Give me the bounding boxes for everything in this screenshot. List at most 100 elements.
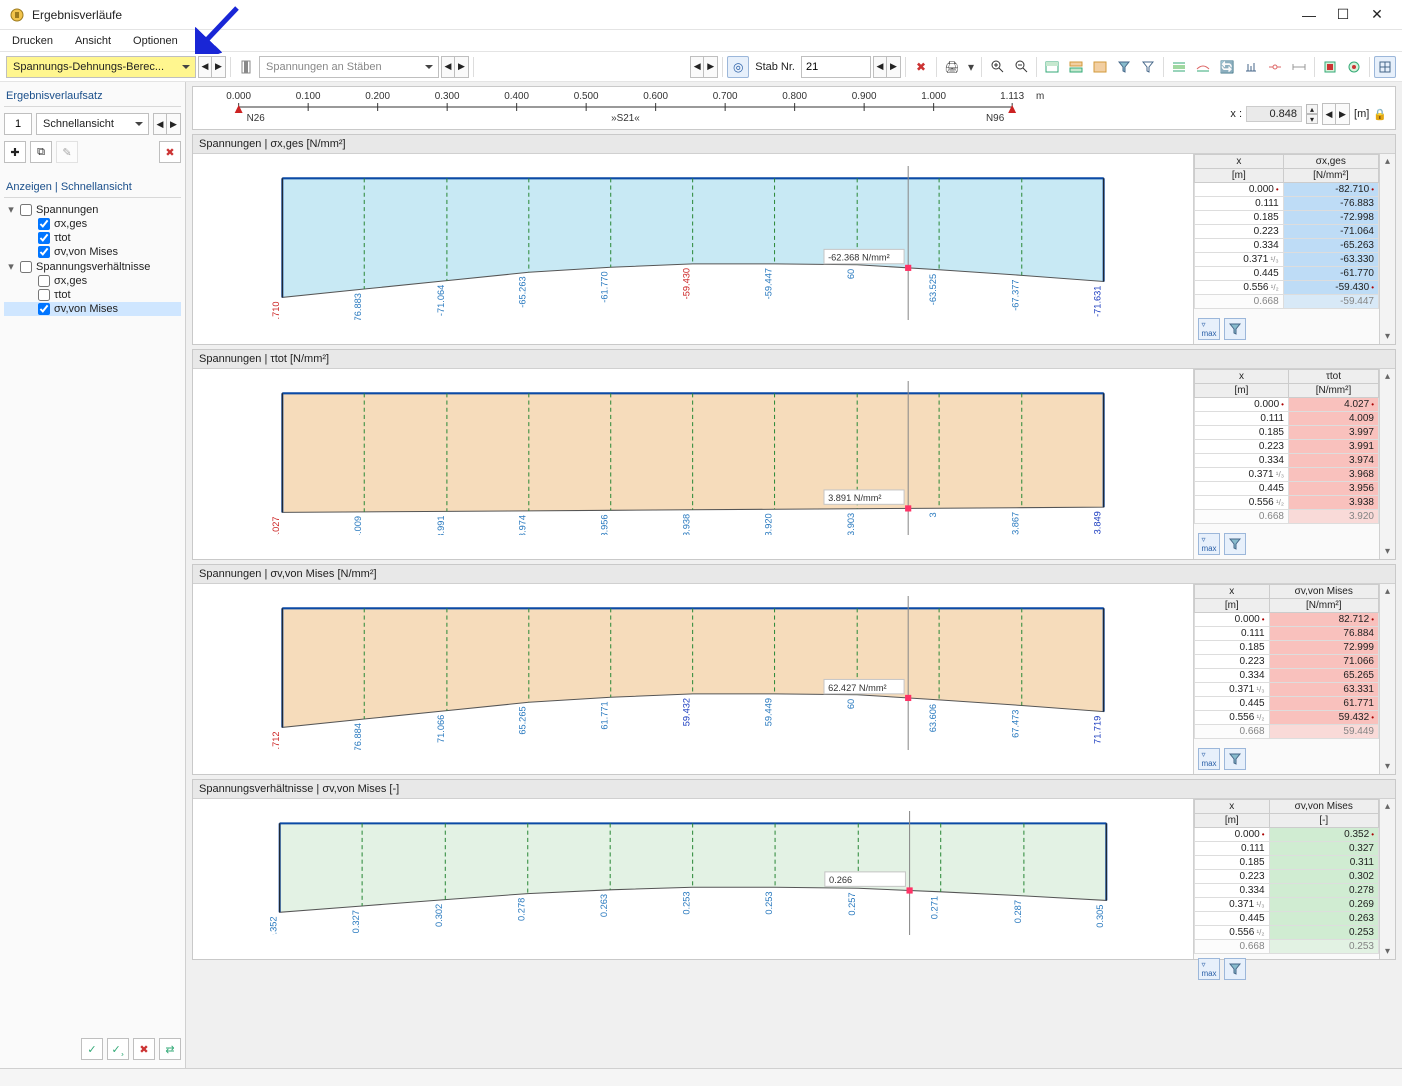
- chk-verh-tau-tot[interactable]: [38, 289, 50, 301]
- filter2-icon[interactable]: [1137, 56, 1159, 78]
- hinge-icon[interactable]: [1264, 56, 1286, 78]
- view-next-button[interactable]: ▶: [167, 113, 181, 135]
- chart-plot[interactable]: 82.71276.88471.06665.26561.77159.43259.4…: [193, 584, 1193, 774]
- chk-verh-sigma-vm[interactable]: [38, 303, 50, 315]
- table-row[interactable]: 0.371 ¹/₃0.269: [1195, 898, 1379, 912]
- chk-verh[interactable]: [20, 261, 32, 273]
- table-filter-button[interactable]: [1224, 748, 1246, 770]
- chart-scrollbar[interactable]: ▴▾: [1379, 584, 1395, 774]
- table-row[interactable]: 0.4450.263: [1195, 912, 1379, 926]
- toggle2-icon[interactable]: [1192, 56, 1214, 78]
- menu-optionen[interactable]: Optionen: [127, 33, 184, 49]
- table-row[interactable]: 0.1110.327: [1195, 842, 1379, 856]
- chart-scrollbar[interactable]: ▴▾: [1379, 799, 1395, 959]
- table-row[interactable]: 0.18572.999: [1195, 641, 1379, 655]
- width-icon[interactable]: [1288, 56, 1310, 78]
- table-max-button[interactable]: ▿max: [1198, 318, 1220, 340]
- edit-set-button[interactable]: ✎: [56, 141, 78, 163]
- ruler-spin-down[interactable]: ▾: [1306, 114, 1318, 124]
- minimize-button[interactable]: —: [1292, 0, 1326, 30]
- view-prev-button[interactable]: ◀: [153, 113, 167, 135]
- tree-node-verh-sigma-vm[interactable]: σv,von Mises: [4, 302, 181, 316]
- legend1-icon[interactable]: [1319, 56, 1341, 78]
- table-row[interactable]: 0.371 ¹/₃3.968: [1195, 468, 1379, 482]
- table-row[interactable]: 0.2233.991: [1195, 440, 1379, 454]
- table-row[interactable]: 0.6683.920: [1195, 510, 1379, 524]
- chk-sigma-vm[interactable]: [38, 246, 50, 258]
- stab-quick-prev[interactable]: ◀: [690, 56, 704, 78]
- table-row[interactable]: 0.33465.265: [1195, 669, 1379, 683]
- set-number-input[interactable]: [4, 113, 32, 135]
- layout3-icon[interactable]: [1089, 56, 1111, 78]
- tree-node-spannungen[interactable]: ▾Spannungen: [4, 202, 181, 217]
- remove-link-icon[interactable]: ✖: [910, 56, 932, 78]
- table-row[interactable]: 0.6680.253: [1195, 940, 1379, 954]
- zoom-in-icon[interactable]: [986, 56, 1008, 78]
- layout1-icon[interactable]: [1041, 56, 1063, 78]
- table-row[interactable]: 0.1850.311: [1195, 856, 1379, 870]
- table-row[interactable]: 0.445-61.770: [1195, 267, 1379, 281]
- table-filter-button[interactable]: [1224, 318, 1246, 340]
- chart-plot[interactable]: 0.3520.3270.3020.2780.2630.2530.2530.257…: [193, 799, 1193, 959]
- duplicate-set-button[interactable]: ⧉: [30, 141, 52, 163]
- chart-plot[interactable]: 4.0274.0093.9913.9743.9563.9383.9203.903…: [193, 369, 1193, 559]
- table-row[interactable]: 0.2230.302: [1195, 870, 1379, 884]
- table-row[interactable]: 0.556 ¹/₂59.432•: [1195, 711, 1379, 725]
- new-set-button[interactable]: ✚: [4, 141, 26, 163]
- table-row[interactable]: 0.44561.771: [1195, 697, 1379, 711]
- table-row[interactable]: 0.4453.956: [1195, 482, 1379, 496]
- result-next-button[interactable]: ▶: [455, 56, 469, 78]
- chk-spannungen[interactable]: [20, 204, 32, 216]
- close-button[interactable]: ✕: [1360, 0, 1394, 30]
- table-row[interactable]: 0.223-71.064: [1195, 225, 1379, 239]
- ruler-next-button[interactable]: ▶: [1336, 103, 1350, 125]
- lock-icon[interactable]: 🔒: [1373, 108, 1387, 121]
- layout2-icon[interactable]: [1065, 56, 1087, 78]
- table-row[interactable]: 0.3340.278: [1195, 884, 1379, 898]
- table-row[interactable]: 0.000•0.352•: [1195, 828, 1379, 842]
- design-module-dropdown[interactable]: Spannungs-Dehnungs-Berec...: [6, 56, 196, 78]
- stab-number-input[interactable]: [801, 56, 871, 78]
- stab-quick-next[interactable]: ▶: [704, 56, 718, 78]
- table-max-button[interactable]: ▿max: [1198, 958, 1220, 980]
- filter1-icon[interactable]: [1113, 56, 1135, 78]
- chk-sigma-x[interactable]: [38, 218, 50, 230]
- print-dropdown-icon[interactable]: ▾: [965, 56, 977, 78]
- result-type-dropdown[interactable]: Spannungen an Stäben: [259, 56, 439, 78]
- chk-verh-sigma-x[interactable]: [38, 275, 50, 287]
- check-some-button[interactable]: ✓¸: [107, 1038, 129, 1060]
- table-row[interactable]: 0.1114.009: [1195, 412, 1379, 426]
- chart-scrollbar[interactable]: ▴▾: [1379, 154, 1395, 344]
- table-max-button[interactable]: ▿max: [1198, 533, 1220, 555]
- sync-icon[interactable]: 🔄: [1216, 56, 1238, 78]
- delete-set-button[interactable]: ✖: [159, 141, 181, 163]
- tree-node-verh-tau-tot[interactable]: τtot: [4, 288, 181, 302]
- table-row[interactable]: 0.3343.974: [1195, 454, 1379, 468]
- toggle3-icon[interactable]: [1240, 56, 1262, 78]
- grid-icon[interactable]: [1374, 56, 1396, 78]
- table-row[interactable]: 0.22371.066: [1195, 655, 1379, 669]
- uncheck-all-button[interactable]: ✖: [133, 1038, 155, 1060]
- zoom-out-icon[interactable]: [1010, 56, 1032, 78]
- legend2-icon[interactable]: [1343, 56, 1365, 78]
- table-row[interactable]: 0.000•4.027•: [1195, 398, 1379, 412]
- ruler-prev-button[interactable]: ◀: [1322, 103, 1336, 125]
- module-prev-button[interactable]: ◀: [198, 56, 212, 78]
- tree-node-verh-sigma-x[interactable]: σx,ges: [4, 274, 181, 288]
- tree-node-sigma-x[interactable]: σx,ges: [4, 217, 181, 231]
- stab-prev-button[interactable]: ◀: [873, 56, 887, 78]
- table-row[interactable]: 0.556 ¹/₂-59.430•: [1195, 281, 1379, 295]
- apply-button[interactable]: ⇄: [159, 1038, 181, 1060]
- table-row[interactable]: 0.000•82.712•: [1195, 613, 1379, 627]
- tree-node-tau-tot[interactable]: τtot: [4, 231, 181, 245]
- tree-node-sigma-vm[interactable]: σv,von Mises: [4, 245, 181, 259]
- table-row[interactable]: 0.66859.449: [1195, 725, 1379, 739]
- print-icon[interactable]: 🖨: [941, 56, 963, 78]
- table-row[interactable]: 0.000•-82.710•: [1195, 183, 1379, 197]
- module-next-button[interactable]: ▶: [212, 56, 226, 78]
- result-prev-button[interactable]: ◀: [441, 56, 455, 78]
- table-row[interactable]: 0.1853.997: [1195, 426, 1379, 440]
- table-filter-button[interactable]: [1224, 958, 1246, 980]
- section-icon[interactable]: [235, 56, 257, 78]
- chk-tau-tot[interactable]: [38, 232, 50, 244]
